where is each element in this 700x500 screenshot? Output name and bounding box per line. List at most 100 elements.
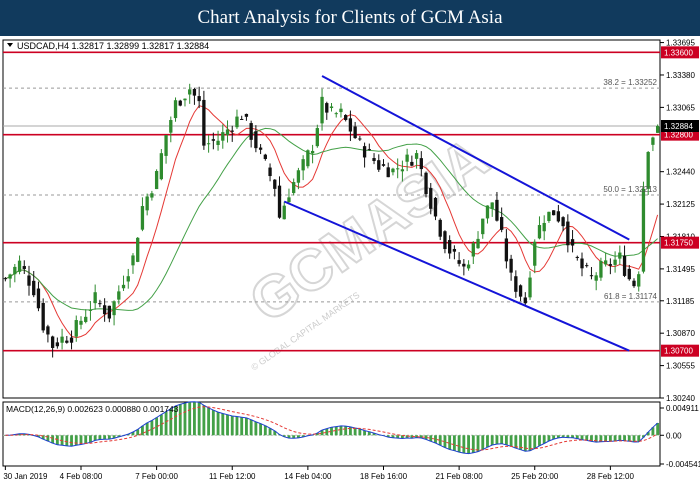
time-tick-label: 28 Feb 12:00: [587, 472, 635, 481]
candle-body: [254, 131, 258, 149]
candle-body: [13, 266, 17, 275]
candle-body: [282, 205, 286, 220]
candle-body: [183, 98, 187, 101]
candle-body: [339, 108, 343, 113]
time-tick-label: 21 Feb 08:00: [436, 472, 484, 481]
candle-body: [112, 301, 116, 316]
candle-body: [495, 199, 499, 221]
macd-histogram-bar: [462, 435, 466, 454]
candle-body: [277, 185, 282, 218]
candle-body: [169, 120, 173, 133]
price-tick-label: 1.30870: [666, 329, 695, 338]
price-chart[interactable]: GCMASIA© GLOBAL CAPITAL MARKETS 38.2 = 1…: [0, 36, 700, 500]
time-tick-label: 7 Feb 00:00: [135, 472, 178, 481]
macd-histogram-bar: [353, 427, 357, 436]
macd-histogram-bar: [245, 417, 248, 436]
macd-histogram-bar: [509, 435, 513, 447]
candle-body: [98, 303, 102, 305]
current-price-label: 1.32884: [664, 122, 693, 131]
candle-body: [485, 205, 490, 219]
candle-body: [377, 160, 381, 170]
candle-body: [518, 285, 523, 297]
candle-body: [632, 280, 636, 287]
macd-histogram-bar: [93, 435, 97, 441]
candle-body: [381, 164, 386, 166]
macd-histogram-bar: [193, 401, 196, 436]
candle-body: [400, 169, 405, 172]
price-tick-label: 1.33065: [666, 103, 695, 112]
candle-body: [164, 135, 168, 156]
candle-body: [622, 255, 627, 276]
macd-histogram-bar: [98, 435, 102, 440]
candle-body: [27, 275, 31, 286]
macd-histogram-bar: [84, 435, 88, 444]
macd-histogram-bar: [344, 426, 348, 436]
level-price-label: 1.33600: [664, 48, 693, 57]
macd-histogram-bar: [533, 435, 537, 449]
macd-histogram-bar: [230, 416, 234, 436]
candle-body: [433, 197, 438, 217]
candle-body: [500, 217, 504, 230]
candle-body: [88, 309, 93, 311]
candle-body: [580, 258, 584, 269]
fib-level-label: 50.0 = 1.32213: [603, 185, 657, 194]
macd-histogram-bar: [89, 435, 92, 443]
candle-body: [594, 275, 598, 281]
candle-body: [263, 154, 267, 160]
macd-histogram-bar: [188, 401, 192, 436]
macd-histogram-bar: [70, 435, 73, 447]
macd-histogram-bar: [211, 410, 215, 436]
candle-body: [391, 168, 395, 173]
candle-body: [8, 274, 12, 279]
macd-histogram-bar: [471, 435, 475, 453]
candle-body: [514, 276, 518, 292]
candle-body: [131, 255, 135, 266]
candle-body: [646, 152, 650, 189]
macd-histogram-bar: [514, 435, 518, 449]
macd-histogram-bar: [613, 435, 617, 442]
candle-body: [627, 268, 631, 280]
macd-histogram-bar: [495, 435, 499, 445]
candle-body: [84, 316, 88, 322]
candle-body: [452, 248, 457, 252]
candle-body: [310, 150, 315, 154]
time-tick-label: 4 Feb 08:00: [60, 472, 103, 481]
candle-body: [230, 130, 234, 132]
candle-body: [145, 196, 149, 211]
candle-body: [240, 118, 244, 120]
candle-body: [197, 96, 201, 102]
fib-level-label: 38.2 = 1.33252: [603, 78, 657, 87]
macd-histogram-bar: [150, 420, 154, 436]
candle-body: [32, 280, 36, 296]
candle-body: [344, 115, 348, 120]
candle-body: [471, 243, 475, 257]
macd-histogram-bar: [254, 421, 258, 436]
macd-histogram-bar: [249, 419, 253, 436]
candle-body: [249, 123, 253, 140]
candle-body: [325, 103, 329, 113]
candle-body: [202, 99, 206, 146]
candle-body: [405, 154, 409, 162]
price-tick-label: 1.31185: [666, 297, 695, 306]
macd-histogram-bar: [103, 435, 107, 440]
page-title: Chart Analysis for Clients of GCM Asia: [197, 7, 503, 28]
macd-histogram-bar: [240, 417, 244, 436]
macd-tick-label: 0.00: [666, 431, 682, 440]
candle-body: [466, 264, 471, 269]
candle-body: [362, 146, 367, 158]
macd-histogram-bar: [164, 411, 168, 436]
candle-body: [438, 219, 442, 237]
candle-body: [173, 100, 178, 119]
candle-body: [126, 276, 130, 282]
candle-body: [613, 259, 617, 265]
candle-body: [457, 260, 461, 264]
candle-body: [329, 106, 334, 109]
macd-histogram-bar: [538, 435, 541, 446]
candle-body: [490, 202, 494, 209]
candle-body: [46, 326, 50, 335]
price-tick-label: 1.30240: [666, 394, 695, 403]
macd-histogram-bar: [452, 435, 456, 451]
candle-body: [641, 188, 646, 272]
candle-body: [315, 128, 319, 147]
candle-body: [79, 320, 83, 325]
